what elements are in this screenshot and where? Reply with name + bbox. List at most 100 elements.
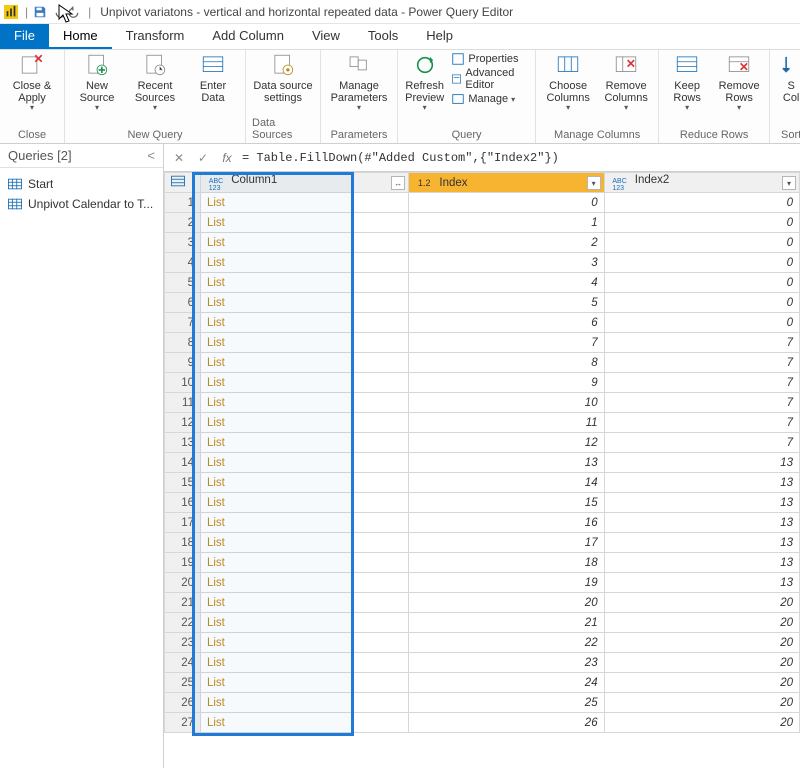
row-number-cell[interactable]: 21 <box>165 593 201 613</box>
row-number-cell[interactable]: 2 <box>165 213 201 233</box>
table-row[interactable]: 16List1513 <box>165 493 800 513</box>
cell-column1[interactable]: List <box>200 453 408 473</box>
cell-index[interactable]: 25 <box>409 693 604 713</box>
cell-index[interactable]: 16 <box>409 513 604 533</box>
cell-index2[interactable]: 20 <box>604 593 799 613</box>
tab-help[interactable]: Help <box>412 24 467 49</box>
cell-index[interactable]: 26 <box>409 713 604 733</box>
table-row[interactable]: 11List107 <box>165 393 800 413</box>
formula-text[interactable]: = Table.FillDown(#"Added Custom",{"Index… <box>242 151 794 165</box>
cell-column1[interactable]: List <box>200 233 408 253</box>
cell-index2[interactable]: 0 <box>604 233 799 253</box>
table-row[interactable]: 6List50 <box>165 293 800 313</box>
table-row[interactable]: 18List1713 <box>165 533 800 553</box>
cell-index[interactable]: 9 <box>409 373 604 393</box>
table-row[interactable]: 26List2520 <box>165 693 800 713</box>
table-row[interactable]: 23List2220 <box>165 633 800 653</box>
cell-index2[interactable]: 13 <box>604 493 799 513</box>
recent-sources-button[interactable]: Recent Sources▾ <box>129 52 181 113</box>
cell-index2[interactable]: 7 <box>604 373 799 393</box>
cell-index2[interactable]: 13 <box>604 473 799 493</box>
cell-column1[interactable]: List <box>200 353 408 373</box>
row-number-cell[interactable]: 6 <box>165 293 201 313</box>
cell-column1[interactable]: List <box>200 213 408 233</box>
row-number-cell[interactable]: 3 <box>165 233 201 253</box>
row-number-cell[interactable]: 25 <box>165 673 201 693</box>
commit-step-icon[interactable]: ✓ <box>194 149 212 167</box>
cell-index2[interactable]: 7 <box>604 353 799 373</box>
cell-column1[interactable]: List <box>200 513 408 533</box>
tab-home[interactable]: Home <box>49 24 112 49</box>
row-number-cell[interactable]: 23 <box>165 633 201 653</box>
cell-index2[interactable]: 20 <box>604 673 799 693</box>
cell-index[interactable]: 14 <box>409 473 604 493</box>
cell-index2[interactable]: 20 <box>604 653 799 673</box>
table-row[interactable]: 9List87 <box>165 353 800 373</box>
cancel-step-icon[interactable]: ✕ <box>170 149 188 167</box>
cell-index2[interactable]: 13 <box>604 553 799 573</box>
manage-button[interactable]: Manage ▾ <box>451 92 529 106</box>
cell-index[interactable]: 7 <box>409 333 604 353</box>
manage-parameters-button[interactable]: Manage Parameters▾ <box>327 52 391 113</box>
table-row[interactable]: 8List77 <box>165 333 800 353</box>
row-number-cell[interactable]: 20 <box>165 573 201 593</box>
row-number-cell[interactable]: 15 <box>165 473 201 493</box>
row-number-cell[interactable]: 12 <box>165 413 201 433</box>
cell-index[interactable]: 3 <box>409 253 604 273</box>
properties-button[interactable]: Properties <box>451 52 529 66</box>
cell-index2[interactable]: 7 <box>604 433 799 453</box>
cell-index[interactable]: 11 <box>409 413 604 433</box>
table-row[interactable]: 4List30 <box>165 253 800 273</box>
cell-index[interactable]: 4 <box>409 273 604 293</box>
enter-data-button[interactable]: Enter Data <box>187 52 239 104</box>
keep-rows-button[interactable]: Keep Rows▾ <box>665 52 709 113</box>
table-row[interactable]: 7List60 <box>165 313 800 333</box>
table-row[interactable]: 5List40 <box>165 273 800 293</box>
collapse-pane-icon[interactable]: < <box>147 148 155 163</box>
save-icon[interactable] <box>31 3 49 21</box>
tab-transform[interactable]: Transform <box>112 24 199 49</box>
cell-index[interactable]: 0 <box>409 193 604 213</box>
cell-column1[interactable]: List <box>200 313 408 333</box>
cell-column1[interactable]: List <box>200 493 408 513</box>
column-header-index2[interactable]: ABC 123 Index2 ▾ <box>604 173 799 193</box>
row-number-cell[interactable]: 24 <box>165 653 201 673</box>
cell-column1[interactable]: List <box>200 413 408 433</box>
cell-index2[interactable]: 20 <box>604 713 799 733</box>
table-row[interactable]: 25List2420 <box>165 673 800 693</box>
cell-index[interactable]: 21 <box>409 613 604 633</box>
cell-column1[interactable]: List <box>200 553 408 573</box>
data-source-settings-button[interactable]: Data source settings <box>252 52 314 104</box>
table-row[interactable]: 10List97 <box>165 373 800 393</box>
cell-index[interactable]: 23 <box>409 653 604 673</box>
table-row[interactable]: 17List1613 <box>165 513 800 533</box>
row-number-cell[interactable]: 16 <box>165 493 201 513</box>
row-number-cell[interactable]: 13 <box>165 433 201 453</box>
cell-column1[interactable]: List <box>200 613 408 633</box>
cell-index2[interactable]: 0 <box>604 193 799 213</box>
cell-column1[interactable]: List <box>200 653 408 673</box>
row-number-cell[interactable]: 14 <box>165 453 201 473</box>
tab-tools[interactable]: Tools <box>354 24 412 49</box>
table-row[interactable]: 3List20 <box>165 233 800 253</box>
cell-column1[interactable]: List <box>200 573 408 593</box>
cell-index[interactable]: 19 <box>409 573 604 593</box>
row-number-cell[interactable]: 10 <box>165 373 201 393</box>
sort-button[interactable]: S Col <box>776 52 800 104</box>
cell-index[interactable]: 6 <box>409 313 604 333</box>
cell-index[interactable]: 17 <box>409 533 604 553</box>
table-row[interactable]: 13List127 <box>165 433 800 453</box>
cell-index[interactable]: 1 <box>409 213 604 233</box>
redo-icon[interactable] <box>67 3 85 21</box>
row-number-cell[interactable]: 26 <box>165 693 201 713</box>
tab-file[interactable]: File <box>0 24 49 49</box>
remove-rows-button[interactable]: Remove Rows▾ <box>715 52 763 113</box>
cell-index[interactable]: 8 <box>409 353 604 373</box>
cell-index[interactable]: 24 <box>409 673 604 693</box>
row-number-header[interactable] <box>165 173 201 193</box>
filter-dropdown-icon[interactable]: ▾ <box>587 176 601 190</box>
table-row[interactable]: 14List1313 <box>165 453 800 473</box>
cell-index2[interactable]: 7 <box>604 333 799 353</box>
cell-index2[interactable]: 20 <box>604 613 799 633</box>
row-number-cell[interactable]: 1 <box>165 193 201 213</box>
